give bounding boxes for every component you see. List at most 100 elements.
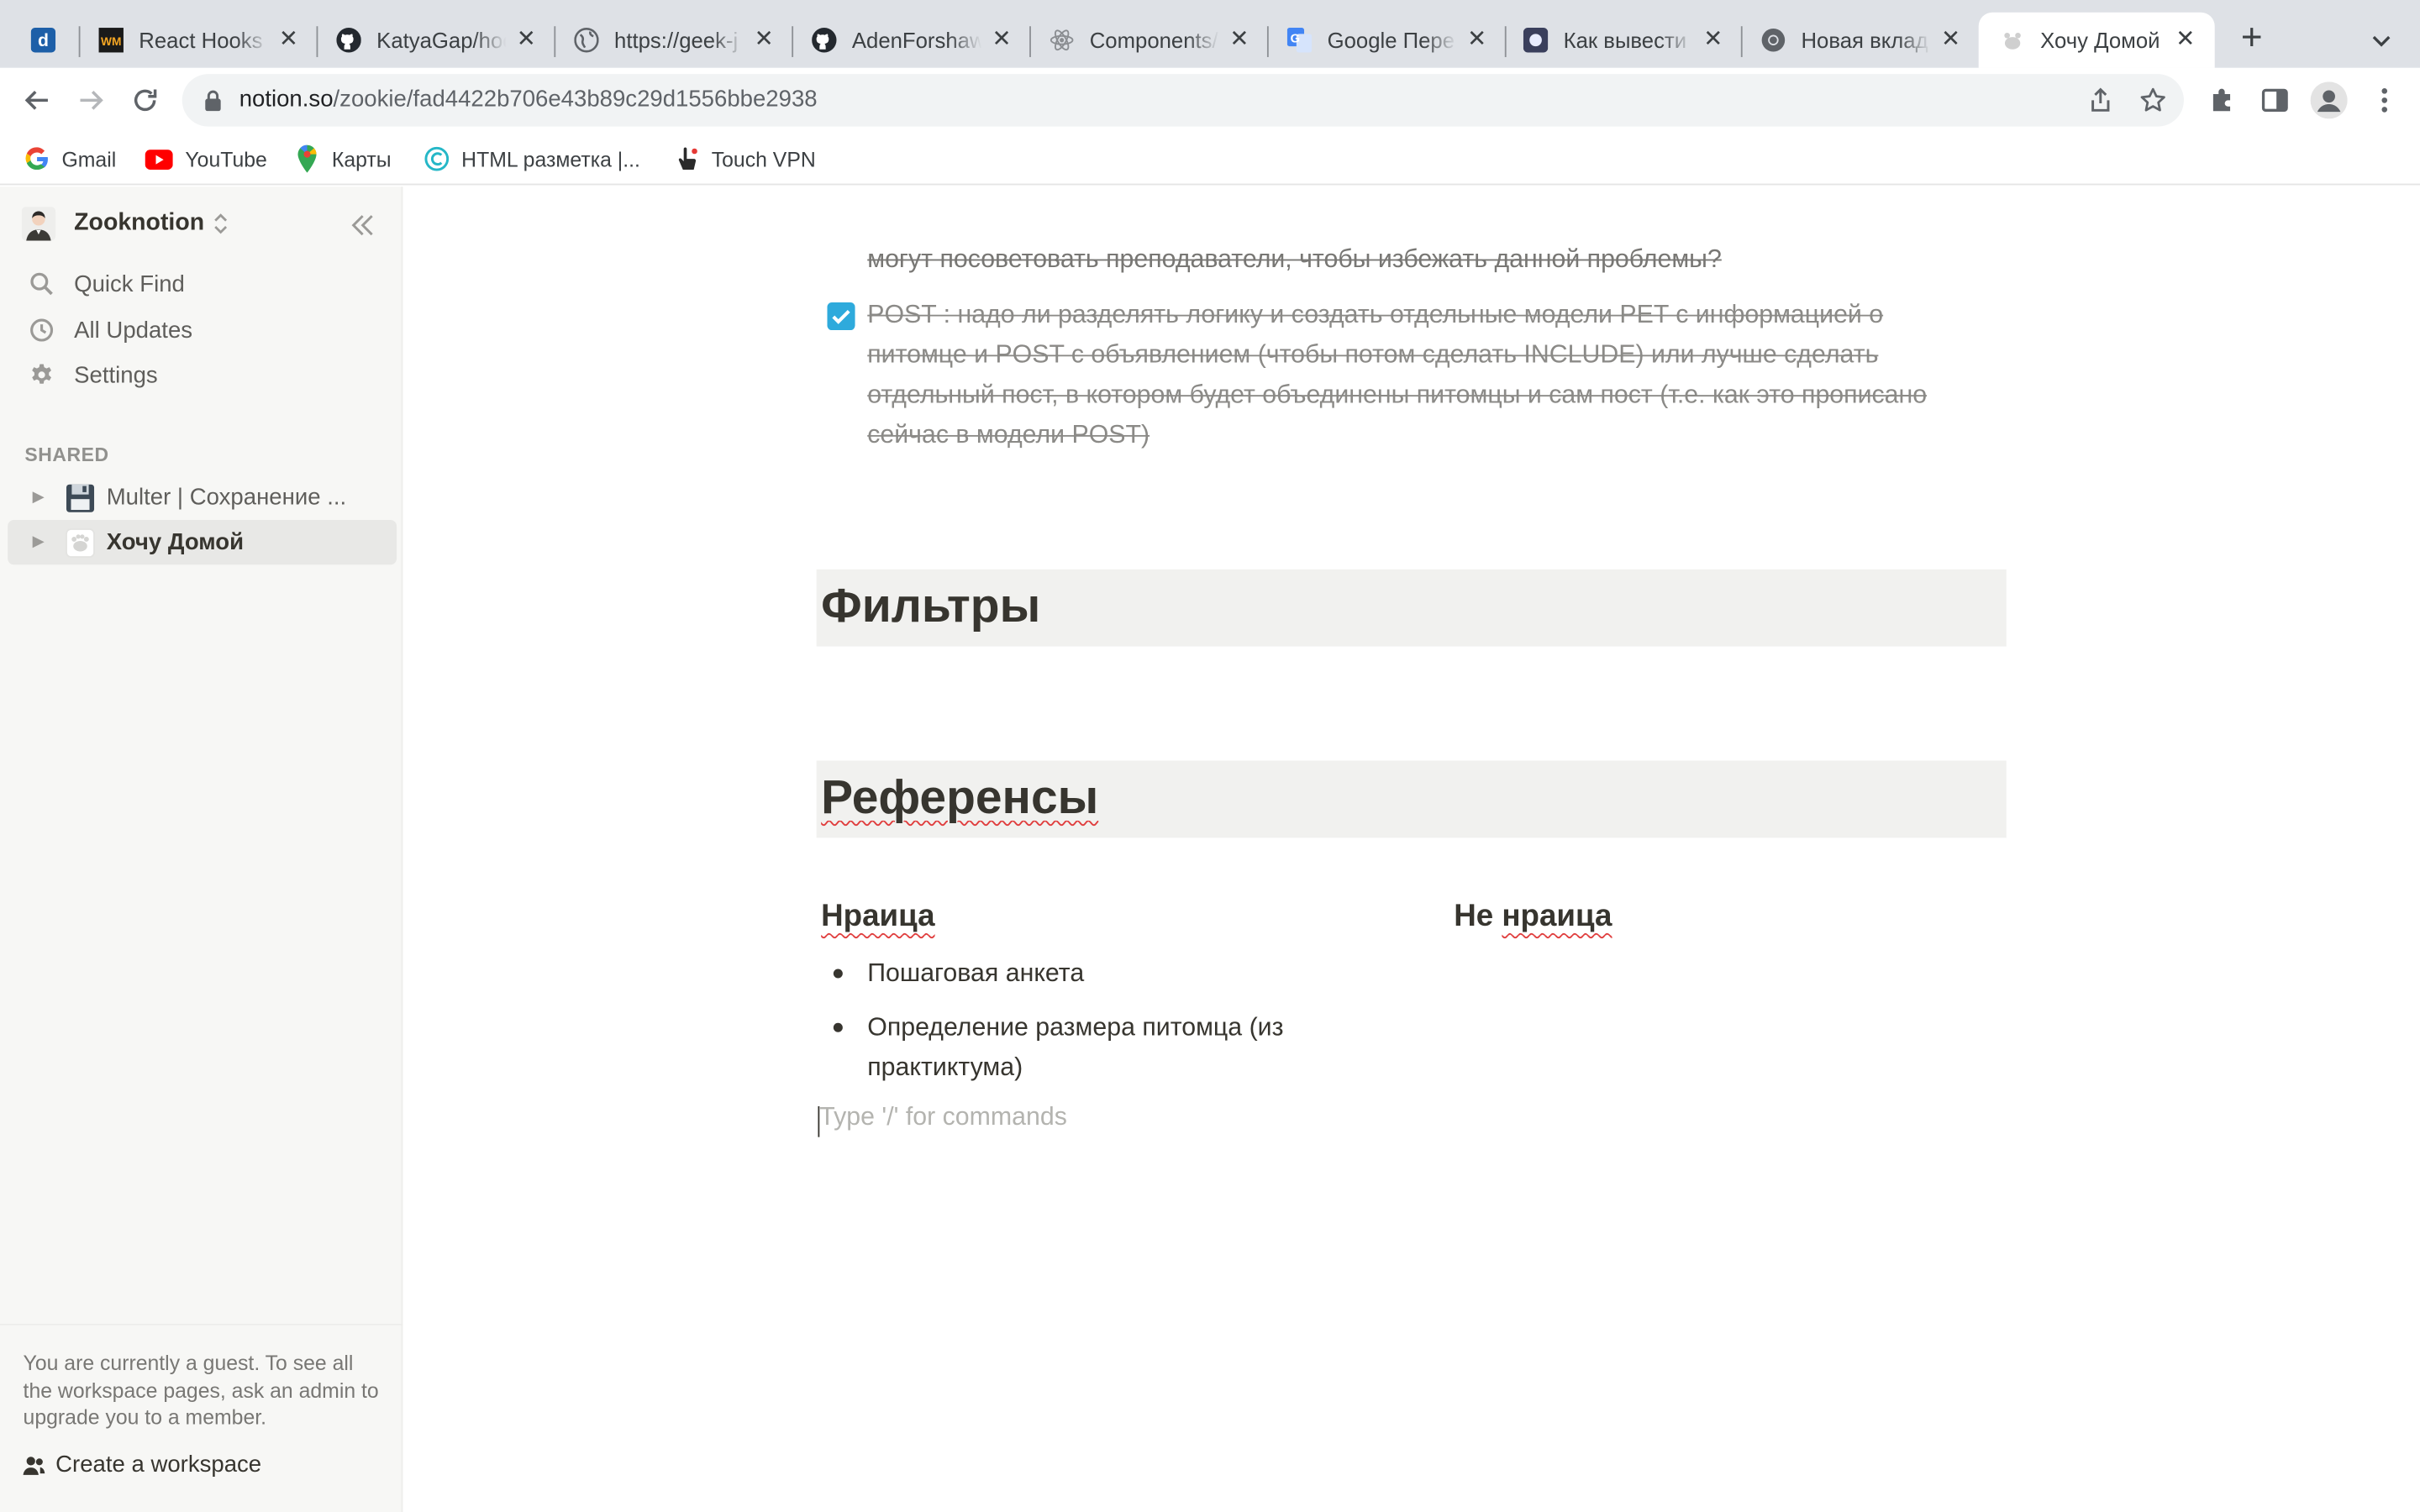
profile-avatar-icon[interactable] [2310,81,2348,119]
clipped-text-line: могут посоветовать преподаватели, чтобы … [867,245,1722,274]
close-tab-icon[interactable]: ✕ [1699,26,1727,54]
close-tab-icon[interactable]: ✕ [1463,26,1491,54]
column-heading-like[interactable]: Нраица [821,900,934,935]
bookmark-html[interactable]: HTML разметка |... [424,144,640,175]
gear-icon [28,361,55,389]
github-icon [336,28,361,53]
share-icon[interactable] [2086,87,2114,114]
reload-icon [134,89,157,112]
close-tab-icon[interactable]: ✕ [1225,26,1253,54]
tab[interactable]: Новая вклад ✕ [1761,13,1965,68]
bullet-dot-icon [833,969,843,979]
sidebar: Zooknotion Quick Find All Updates Settin… [0,186,403,1512]
tab-separator [1029,26,1031,57]
checkbox-checked-icon[interactable] [827,302,855,331]
github-icon [812,28,837,53]
collapse-sidebar-icon[interactable] [345,208,379,242]
search-icon [28,270,55,297]
tab[interactable]: KatyaGap/hoo ✕ [336,13,539,68]
tab[interactable]: https://geek-j ✕ [574,13,777,68]
heading-filters-text[interactable]: Фильтры [821,579,1040,634]
list-item-text[interactable]: Пошаговая анкета [867,953,1361,994]
sidebar-page-multer[interactable]: ▶ Multer | Сохранение ... [8,475,397,520]
heading-filters[interactable]: Фильтры [816,569,2007,647]
react-icon [1050,28,1074,52]
list-item-text[interactable]: Определение размера питомца (из практикт… [867,1007,1361,1088]
close-tab-icon[interactable]: ✕ [1937,26,1965,54]
expand-toggle-icon[interactable]: ▶ [33,489,51,506]
tab-title: AdenForshaw [851,28,982,53]
address-bar[interactable]: notion.so/zookie/fad4422b706e43b89c29d15… [182,74,2184,127]
forward-button[interactable] [72,81,109,118]
create-workspace-button[interactable]: Create a workspace [22,1452,261,1478]
tab-separator [554,26,556,57]
bookmark-touchvpn[interactable]: Touch VPN [675,144,816,175]
tab-title: Google Пере [1327,28,1455,53]
tab-pinned[interactable]: d [30,13,65,68]
tab-title: https://geek-j [614,28,739,53]
chevron-down-icon[interactable] [2366,24,2397,55]
tab[interactable]: Components/ ✕ [1050,13,1253,68]
d-icon: d [30,28,56,53]
new-tab-button[interactable]: + [2233,19,2270,59]
heading-references[interactable]: Референсы [816,760,2007,838]
app-icon [1523,28,1549,53]
sidebar-item-all-updates[interactable]: All Updates [28,310,192,350]
extensions-icon[interactable] [2207,85,2238,116]
todo-text[interactable]: POST : надо ли разделять логику и создат… [867,295,1978,455]
close-tab-icon[interactable]: ✕ [988,26,1016,54]
bookmark-label: Карты [331,147,392,171]
sidebar-page-hochu-domoi[interactable]: ▶ Хочу Домой [8,519,397,565]
url-path: /zookie/fad4422b706e43b89c29d1556bbe2938 [333,86,818,113]
lock-icon[interactable] [203,90,222,119]
reload-button[interactable] [127,81,164,118]
expand-toggle-icon[interactable]: ▶ [33,534,51,551]
browser-toolbar: notion.so/zookie/fad4422b706e43b89c29d15… [0,67,2420,133]
shared-section-label: SHARED [24,444,109,466]
google-translate-icon: G [1286,28,1313,53]
google-icon [24,146,49,171]
workspace-switcher[interactable]: Zooknotion [21,205,229,242]
url-host: notion.so [239,86,334,113]
close-tab-icon[interactable]: ✕ [750,26,778,54]
page-content: могут посоветовать преподаватели, чтобы … [404,186,2420,1512]
chrome-icon [1761,28,1786,52]
tab-title: Components/ [1089,28,1218,53]
tab[interactable]: G Google Пере ✕ [1286,13,1491,68]
side-panel-icon[interactable] [2260,85,2291,116]
maps-icon [295,144,319,173]
tab[interactable]: WM React Hooks - ✕ [98,13,302,68]
tab-separator [792,26,794,57]
tab-strip: d WM React Hooks - ✕ KatyaGap/hoo ✕ http… [0,0,2420,68]
empty-block-input[interactable]: Type '/' for commands [819,1103,1067,1132]
notion-page-icon [2000,28,2024,52]
close-tab-icon[interactable]: ✕ [2171,26,2199,54]
tab[interactable]: Как вывести ✕ [1523,13,1727,68]
sidebar-item-settings[interactable]: Settings [28,354,158,395]
tab[interactable]: AdenForshaw ✕ [812,13,1015,68]
bookmark-maps[interactable]: Карты [295,144,392,175]
back-button[interactable] [18,81,55,118]
youtube-icon [145,146,173,171]
tab-active[interactable]: Хочу Домой ✕ [1978,12,2215,68]
sidebar-item-quick-find[interactable]: Quick Find [28,264,185,304]
text-caret [818,1105,820,1137]
bookmark-gmail[interactable]: Gmail [24,144,116,175]
close-tab-icon[interactable]: ✕ [513,26,540,54]
tab-separator [1504,26,1507,57]
kebab-menu-icon[interactable] [2369,85,2400,116]
html-icon [424,146,450,171]
workspace-avatar-icon [21,207,56,241]
guest-notice-panel: You are currently a guest. To see all th… [0,1323,403,1512]
heading-references-text[interactable]: Референсы [821,770,1098,826]
bookmark-star-icon[interactable] [2139,87,2167,114]
column-heading-dislike[interactable]: Не нраица [1454,900,1612,935]
url-text: notion.so/zookie/fad4422b706e43b89c29d15… [239,87,818,113]
bookmark-youtube[interactable]: YouTube [145,144,267,175]
bookmark-label: Gmail [61,147,117,171]
tab-title: Как вывести [1563,28,1687,53]
close-tab-icon[interactable]: ✕ [275,26,302,54]
tab-title: KatyaGap/hoo [376,28,507,53]
workspace-name: Zooknotion [74,209,205,237]
column-heading-like-text[interactable]: Нраица [821,900,934,933]
